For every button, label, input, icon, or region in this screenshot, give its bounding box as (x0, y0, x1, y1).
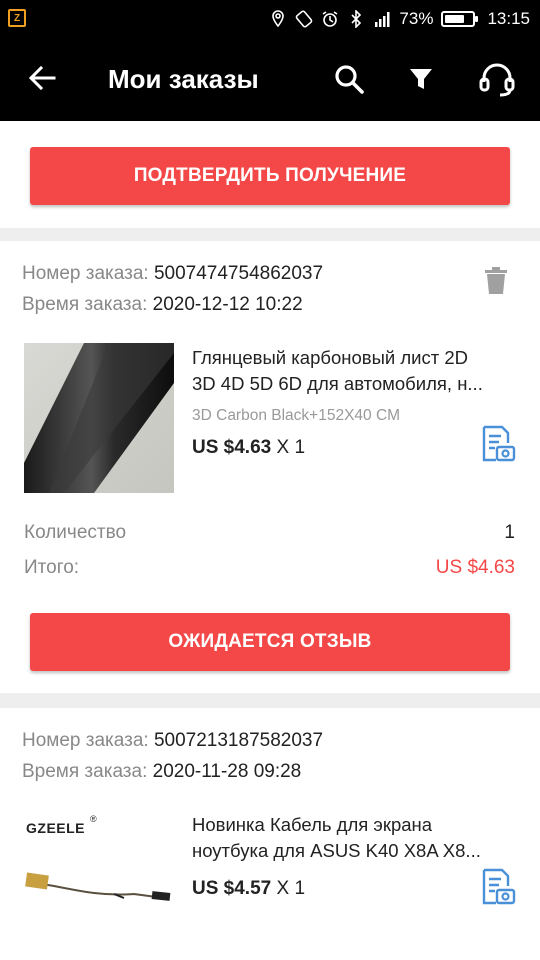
order-number-label: Номер заказа: (22, 730, 149, 751)
product-title[interactable]: Новинка Кабель для экрана ноутбука для A… (192, 812, 517, 864)
product-quantity: X 1 (276, 437, 306, 458)
total-value: US $4.63 (435, 557, 515, 578)
status-bar: Z 73% 13:15 (0, 0, 540, 38)
order-number-value: 5007474754862037 (153, 263, 324, 284)
search-icon[interactable] (330, 60, 368, 98)
order-time: Время заказа: 2020-12-12 10:22 (22, 294, 303, 316)
page-title: Мои заказы (108, 64, 259, 94)
order-time-label: Время заказа: (22, 761, 148, 782)
confirm-receipt-card: ПОДТВЕРДИТЬ ПОЛУЧЕНИЕ (0, 121, 540, 228)
signal-icon (375, 12, 390, 27)
product-price: US $4.57 X 1 (192, 878, 305, 900)
alarm-icon (322, 11, 338, 27)
product-title[interactable]: Глянцевый карбоновый лист 2D 3D 4D 5D 6D… (192, 345, 517, 397)
total-label: Итого: (24, 557, 80, 578)
product-title-line1: Новинка Кабель для экрана (192, 814, 433, 835)
order-time-label: Время заказа: (22, 294, 148, 315)
document-photo-icon[interactable] (480, 868, 516, 906)
bluetooth-icon (351, 10, 362, 28)
product-price: US $4.63 X 1 (192, 437, 305, 459)
order-card[interactable]: Номер заказа: 5007474754862037 Время зак… (0, 241, 540, 693)
order-time: Время заказа: 2020-11-28 09:28 (22, 761, 301, 783)
status-icons: 73% 13:15 (269, 0, 530, 38)
quantity-value: 1 (504, 522, 515, 543)
order-number-label: Номер заказа: (22, 263, 149, 284)
product-quantity: X 1 (276, 878, 306, 899)
product-image[interactable] (24, 343, 174, 493)
order-time-value: 2020-11-28 09:28 (152, 761, 302, 782)
app-notification-icon: Z (8, 9, 26, 27)
quantity-label: Количество (24, 522, 127, 543)
app-bar: Мои заказы (0, 38, 540, 121)
order-number: Номер заказа: 5007474754862037 (22, 263, 323, 285)
product-image[interactable]: GZEELE ® (24, 810, 174, 960)
confirm-receipt-button[interactable]: ПОДТВЕРДИТЬ ПОЛУЧЕНИЕ (30, 147, 510, 205)
product-price-value: US $4.57 (192, 878, 272, 899)
order-time-value: 2020-12-12 10:22 (152, 294, 303, 315)
filter-icon[interactable] (402, 60, 440, 98)
order-number: Номер заказа: 5007213187582037 (22, 730, 323, 752)
location-icon (272, 10, 285, 28)
battery-icon (441, 11, 479, 27)
rotate-icon (296, 10, 313, 28)
product-title-line2: 3D 4D 5D 6D для автомобиля, н... (192, 373, 483, 394)
order-number-value: 5007213187582037 (153, 730, 324, 751)
trash-icon[interactable] (484, 265, 508, 295)
clock: 13:15 (487, 9, 530, 28)
screen: Z 73% 13:15 Мои заказы ПОДТВЕРДИТЬ ПОЛУЧ… (0, 0, 540, 960)
order-card[interactable]: Номер заказа: 5007213187582037 Время зак… (0, 708, 540, 960)
battery-percent: 73% (399, 9, 434, 28)
product-variant: 3D Carbon Black+152X40 CM (192, 407, 401, 424)
back-arrow-icon[interactable] (24, 60, 60, 96)
support-headset-icon[interactable] (478, 60, 516, 98)
product-price-value: US $4.63 (192, 437, 272, 458)
battery-level (445, 15, 465, 23)
document-photo-icon[interactable] (480, 425, 516, 463)
product-title-line2: ноутбука для ASUS K40 X8A X8... (192, 840, 481, 861)
awaiting-review-button[interactable]: ОЖИДАЕТСЯ ОТЗЫВ (30, 613, 510, 671)
product-title-line1: Глянцевый карбоновый лист 2D (192, 347, 468, 368)
